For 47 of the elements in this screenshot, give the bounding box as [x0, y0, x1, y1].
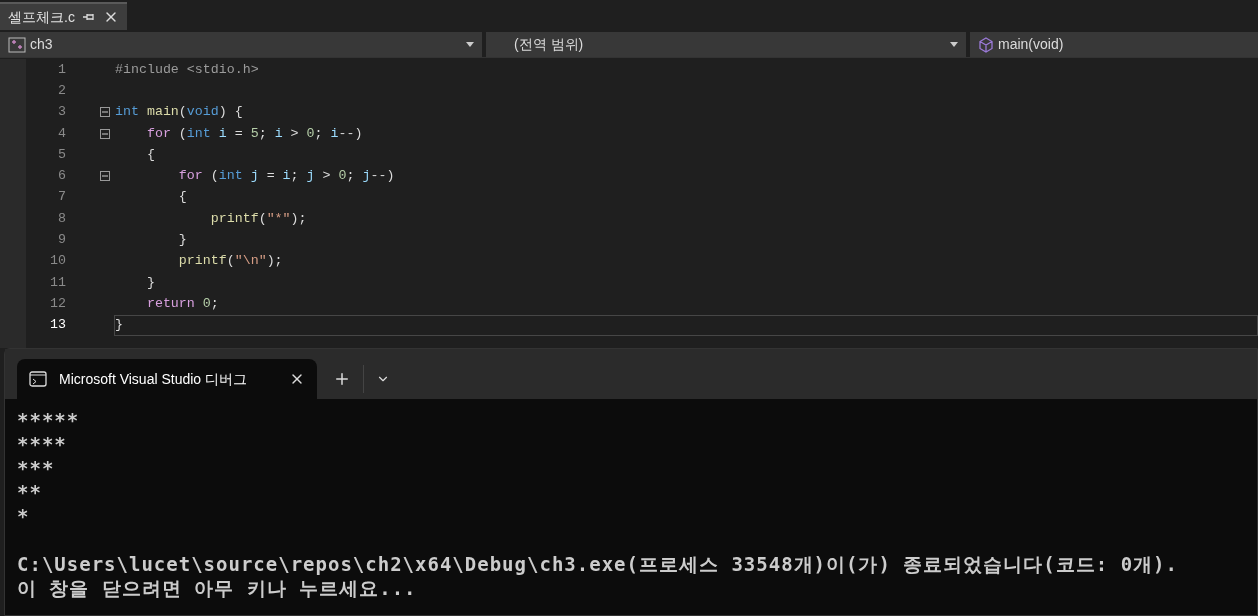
line-number: 9: [57, 231, 66, 250]
project-icon: [8, 36, 26, 53]
code-line: int main(void) {: [114, 103, 244, 122]
code-line: {: [177, 188, 188, 207]
member-dropdown[interactable]: main(void): [970, 32, 1258, 57]
line-number: 12: [49, 294, 66, 313]
line-number: 10: [49, 252, 66, 271]
line-number: 6: [57, 167, 66, 186]
code-line: printf("\n");: [177, 252, 284, 271]
code-line: #include <stdio.h>: [114, 60, 260, 79]
console-line: C:\Users\lucet\source\repos\ch2\x64\Debug\ch3.exe(프로세스 33548개)이(가) 종료되었습니다(코드: 0개).: [17, 552, 1178, 576]
project-dropdown[interactable]: ch3: [0, 32, 482, 57]
line-number: 2: [57, 81, 66, 100]
collapse-icon[interactable]: [100, 171, 110, 182]
line-number: 3: [57, 103, 66, 122]
line-number: 8: [57, 209, 66, 228]
terminal-tab[interactable]: Microsoft Visual Studio 디버그: [17, 359, 317, 399]
code-line: }: [177, 231, 188, 250]
cube-icon: [978, 36, 994, 53]
line-number: 11: [49, 273, 66, 292]
code-line: return 0;: [145, 294, 220, 313]
code-line: for (int i = 5; i > 0; i--): [145, 124, 364, 143]
line-number: 13: [49, 316, 66, 335]
code-line: {: [145, 145, 156, 164]
terminal-icon: [29, 371, 47, 387]
member-name: main(void): [998, 35, 1064, 54]
code-line: for (int j = i; j > 0; j--): [177, 167, 396, 186]
document-tab[interactable]: 셀프체크.c: [0, 2, 127, 30]
code-line: }: [145, 273, 156, 292]
line-number: 4: [57, 124, 66, 143]
pin-icon[interactable]: [82, 12, 95, 22]
collapse-icon[interactable]: [100, 128, 110, 139]
terminal-tab-title: Microsoft Visual Studio 디버그: [59, 369, 249, 389]
dropdown-caret-icon[interactable]: [466, 42, 474, 47]
tab-title: 셀프체크.c: [8, 7, 75, 27]
line-number: 7: [57, 188, 66, 207]
code-line: printf("*");: [209, 209, 308, 228]
line-number: 1: [57, 60, 66, 79]
line-number: 5: [57, 145, 66, 164]
scope-name: (전역 범위): [514, 35, 585, 54]
scope-dropdown[interactable]: (전역 범위): [486, 32, 966, 57]
project-name: ch3: [30, 35, 54, 54]
collapse-icon[interactable]: [100, 107, 110, 118]
console-line: 이 창을 닫으려면 아무 키나 누르세요...: [17, 576, 417, 600]
new-tab-icon[interactable]: [333, 370, 351, 388]
console-output: ***** **** *** ** *: [17, 408, 80, 528]
dropdown-caret-icon[interactable]: [950, 42, 958, 47]
